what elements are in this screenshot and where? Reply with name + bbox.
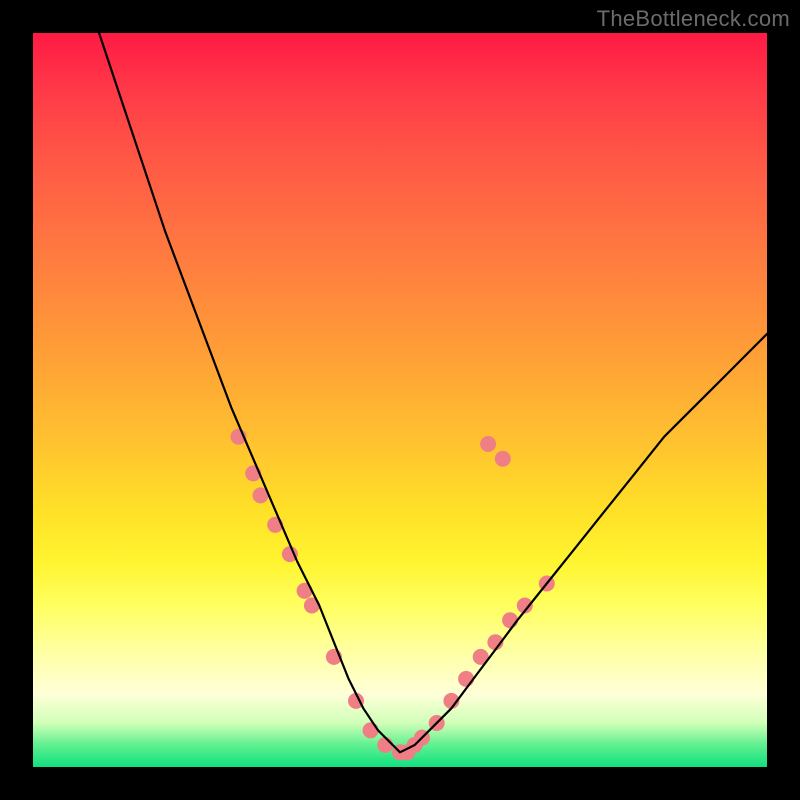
bottleneck-curve: [99, 33, 767, 752]
data-point: [495, 451, 511, 467]
plot-area: [33, 33, 767, 767]
scatter-markers: [231, 429, 555, 761]
data-point: [377, 737, 393, 753]
data-point: [480, 436, 496, 452]
watermark-text: TheBottleneck.com: [597, 6, 790, 32]
chart-frame: TheBottleneck.com: [0, 0, 800, 800]
chart-overlay: [33, 33, 767, 767]
data-point: [502, 612, 518, 628]
data-point: [458, 671, 474, 687]
data-point: [363, 722, 379, 738]
